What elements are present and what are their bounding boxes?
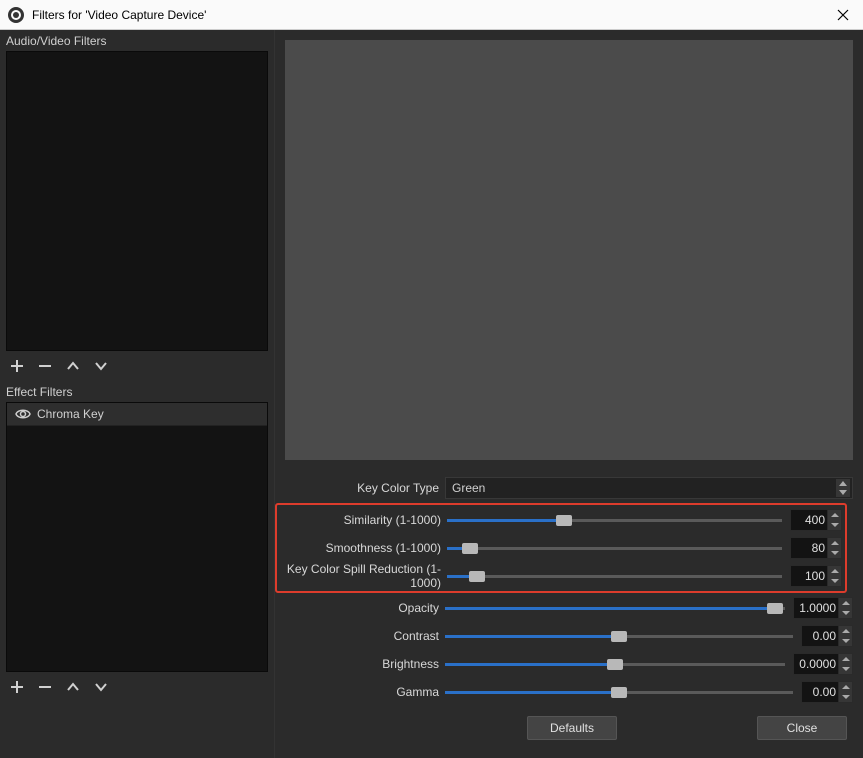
left-panel: Audio/Video Filters Effect Filters Chrom… xyxy=(0,30,275,758)
similarity-slider[interactable] xyxy=(447,519,782,522)
close-icon[interactable] xyxy=(831,3,855,27)
effect-filter-item[interactable]: Chroma Key xyxy=(7,403,267,426)
similarity-value: 400 xyxy=(791,513,827,527)
effect-filters-label: Effect Filters xyxy=(0,381,274,402)
effect-filters-toolbar xyxy=(0,672,274,702)
smoothness-label: Smoothness (1-1000) xyxy=(277,541,447,555)
brightness-row: Brightness 0.0000 xyxy=(275,650,853,678)
contrast-label: Contrast xyxy=(275,629,445,643)
smoothness-value: 80 xyxy=(791,541,827,555)
close-button[interactable]: Close xyxy=(757,716,847,740)
similarity-label: Similarity (1-1000) xyxy=(277,513,447,527)
audio-filters-toolbar xyxy=(0,351,274,381)
highlighted-region: Similarity (1-1000) 400 Smoothness (1- xyxy=(275,503,847,593)
spin-down-icon[interactable] xyxy=(828,576,841,586)
brightness-spinbox[interactable]: 0.0000 xyxy=(793,653,853,675)
add-effect-filter-button[interactable] xyxy=(8,678,26,696)
add-audio-filter-button[interactable] xyxy=(8,357,26,375)
titlebar: Filters for 'Video Capture Device' xyxy=(0,0,863,30)
spill-row: Key Color Spill Reduction (1-1000) 100 xyxy=(277,562,842,590)
select-arrows-icon xyxy=(836,479,850,497)
move-up-effect-button[interactable] xyxy=(64,678,82,696)
opacity-spinbox[interactable]: 1.0000 xyxy=(793,597,853,619)
smoothness-spinbox[interactable]: 80 xyxy=(790,537,842,559)
spin-down-icon[interactable] xyxy=(828,520,841,530)
contrast-slider[interactable] xyxy=(445,635,793,638)
spin-up-icon[interactable] xyxy=(828,510,841,520)
spill-spinbox[interactable]: 100 xyxy=(790,565,842,587)
brightness-value: 0.0000 xyxy=(794,657,838,671)
opacity-slider[interactable] xyxy=(445,607,785,610)
window-title: Filters for 'Video Capture Device' xyxy=(32,8,831,22)
spin-down-icon[interactable] xyxy=(839,608,852,618)
audio-filters-list[interactable] xyxy=(6,51,268,351)
key-color-type-select[interactable]: Green xyxy=(445,477,853,499)
key-color-type-row: Key Color Type Green xyxy=(275,474,853,502)
smoothness-row: Smoothness (1-1000) 80 xyxy=(277,534,842,562)
smoothness-slider[interactable] xyxy=(447,547,782,550)
spin-up-icon[interactable] xyxy=(828,538,841,548)
move-down-effect-button[interactable] xyxy=(92,678,110,696)
similarity-row: Similarity (1-1000) 400 xyxy=(277,506,842,534)
opacity-value: 1.0000 xyxy=(794,601,838,615)
opacity-row: Opacity 1.0000 xyxy=(275,594,853,622)
spill-value: 100 xyxy=(791,569,827,583)
filter-properties: Key Color Type Green Similarity (1-1000) xyxy=(275,470,863,706)
spin-down-icon[interactable] xyxy=(839,636,852,646)
spin-up-icon[interactable] xyxy=(839,682,852,692)
gamma-spinbox[interactable]: 0.00 xyxy=(801,681,853,703)
opacity-label: Opacity xyxy=(275,601,445,615)
contrast-spinbox[interactable]: 0.00 xyxy=(801,625,853,647)
gamma-slider[interactable] xyxy=(445,691,793,694)
spin-up-icon[interactable] xyxy=(839,598,852,608)
spin-down-icon[interactable] xyxy=(828,548,841,558)
audio-filters-label: Audio/Video Filters xyxy=(0,30,274,51)
filter-preview xyxy=(285,40,853,460)
move-down-audio-button[interactable] xyxy=(92,357,110,375)
obs-icon xyxy=(8,7,24,23)
visibility-eye-icon[interactable] xyxy=(15,408,31,420)
key-color-type-label: Key Color Type xyxy=(275,481,445,495)
key-color-type-value: Green xyxy=(452,481,485,495)
effect-filters-list[interactable]: Chroma Key xyxy=(6,402,268,672)
remove-audio-filter-button[interactable] xyxy=(36,357,54,375)
gamma-row: Gamma 0.00 xyxy=(275,678,853,706)
similarity-spinbox[interactable]: 400 xyxy=(790,509,842,531)
brightness-label: Brightness xyxy=(275,657,445,671)
effect-filter-name: Chroma Key xyxy=(37,407,104,421)
contrast-row: Contrast 0.00 xyxy=(275,622,853,650)
contrast-value: 0.00 xyxy=(802,629,838,643)
defaults-button[interactable]: Defaults xyxy=(527,716,617,740)
dialog-button-bar: Defaults Close xyxy=(275,706,863,752)
gamma-label: Gamma xyxy=(275,685,445,699)
spin-up-icon[interactable] xyxy=(839,626,852,636)
brightness-slider[interactable] xyxy=(445,663,785,666)
remove-effect-filter-button[interactable] xyxy=(36,678,54,696)
spill-label: Key Color Spill Reduction (1-1000) xyxy=(277,562,447,590)
spin-up-icon[interactable] xyxy=(828,566,841,576)
spin-down-icon[interactable] xyxy=(839,664,852,674)
right-panel: Key Color Type Green Similarity (1-1000) xyxy=(275,30,863,758)
spill-slider[interactable] xyxy=(447,575,782,578)
spin-down-icon[interactable] xyxy=(839,692,852,702)
gamma-value: 0.00 xyxy=(802,685,838,699)
move-up-audio-button[interactable] xyxy=(64,357,82,375)
spin-up-icon[interactable] xyxy=(839,654,852,664)
